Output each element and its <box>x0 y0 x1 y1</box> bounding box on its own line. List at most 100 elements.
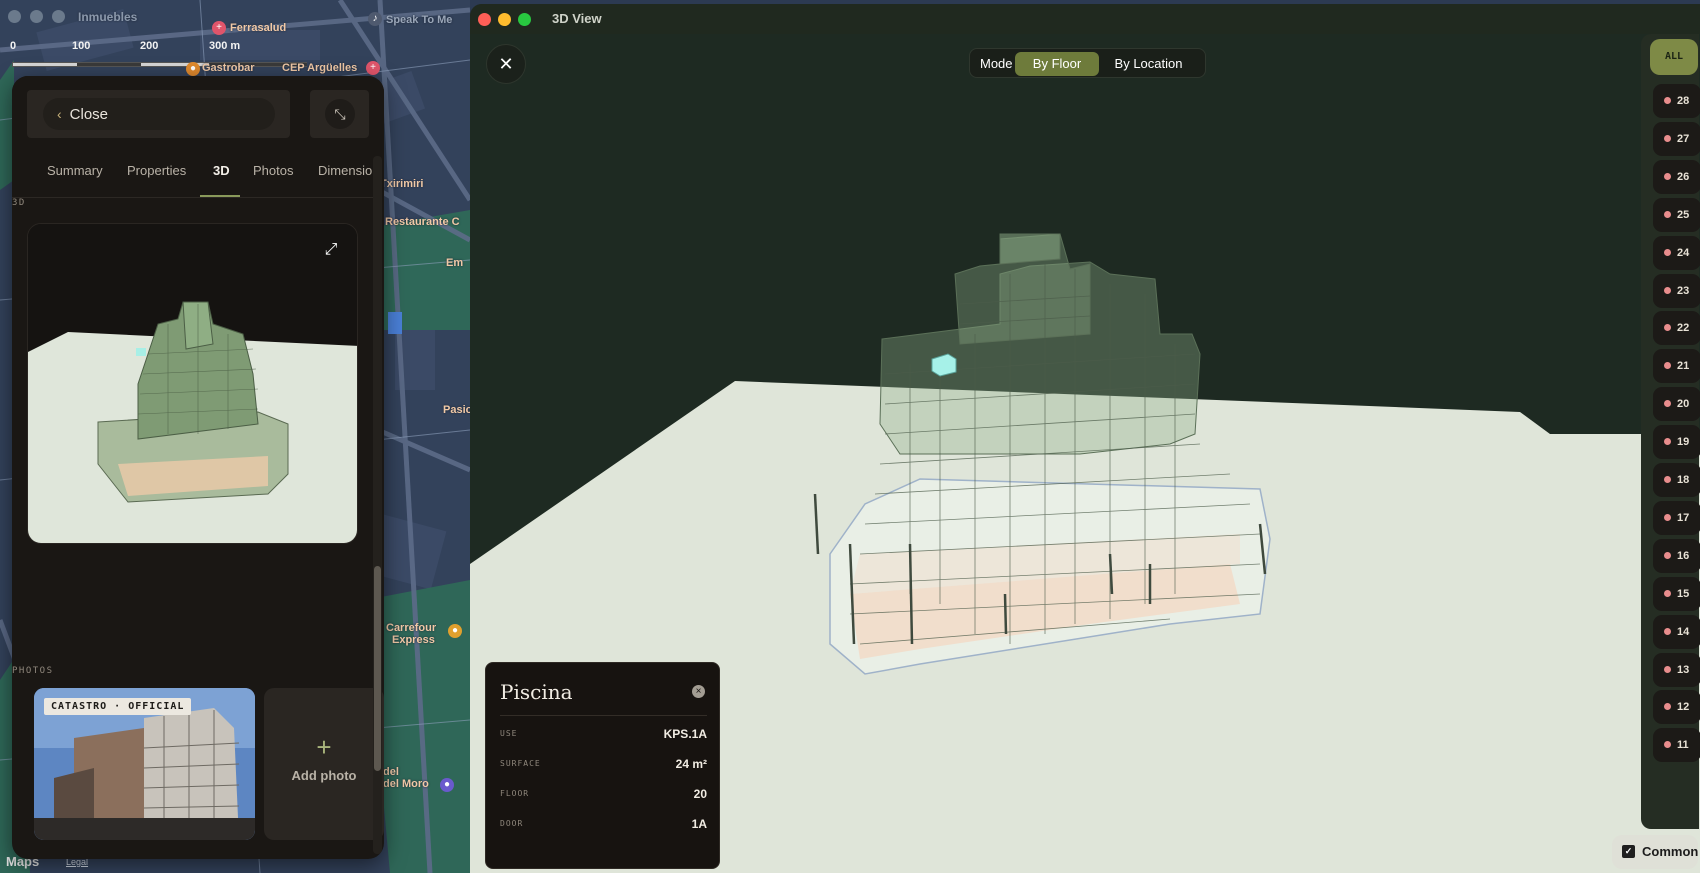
close-button[interactable]: ‹ Close <box>43 98 275 130</box>
poi-label[interactable]: Txirimiri <box>380 178 423 190</box>
tab-3d[interactable]: 3D <box>213 163 230 178</box>
window-titlebar: 3D View <box>470 4 1700 34</box>
floor-button-21[interactable]: 21 <box>1653 349 1700 384</box>
expand-panel-button[interactable]: ⤡ <box>325 99 355 129</box>
close-icon: ✕ <box>498 54 514 74</box>
floor-button-12[interactable]: 12 <box>1653 690 1700 725</box>
floor-number: 27 <box>1677 132 1690 145</box>
building-model-thumbnail <box>28 224 357 543</box>
floor-button-28[interactable]: 28 <box>1653 84 1700 118</box>
map-zoom-dot[interactable] <box>52 10 65 23</box>
poi-label[interactable]: Speak To Me <box>386 14 452 26</box>
floor-button-19[interactable]: 19 <box>1653 425 1700 460</box>
floor-status-dot <box>1664 362 1671 370</box>
floor-number: 16 <box>1677 549 1690 562</box>
panel-scrollbar[interactable] <box>373 156 382 854</box>
poi-label[interactable]: Em <box>446 257 463 269</box>
floor-number: 11 <box>1677 739 1689 752</box>
info-row-floor: FLOOR 20 <box>500 785 707 805</box>
floor-status-dot <box>1664 665 1671 673</box>
floor-button-26[interactable]: 26 <box>1653 159 1700 194</box>
floor-button-27[interactable]: 27 <box>1653 121 1700 156</box>
floor-button-17[interactable]: 17 <box>1653 500 1700 535</box>
floor-status-dot <box>1664 476 1671 483</box>
expand-icon: ⤡ <box>334 106 346 122</box>
tab-properties[interactable]: Properties <box>127 163 186 178</box>
floor-status-dot <box>1664 324 1671 332</box>
map-scale: 0 100 200 300 m <box>10 40 312 70</box>
map-minimize-dot[interactable] <box>30 10 43 23</box>
floor-number: 26 <box>1677 170 1690 183</box>
floor-button-16[interactable]: 16 <box>1653 538 1700 573</box>
floor-button-20[interactable]: 20 <box>1653 387 1700 422</box>
shop-pin-icon[interactable]: ● <box>448 624 462 638</box>
floor-number: 28 <box>1677 95 1690 107</box>
window-close-dot[interactable] <box>478 13 491 26</box>
window-minimize-dot[interactable] <box>498 13 511 26</box>
music-pin-icon[interactable]: ♪ <box>368 12 382 26</box>
mode-by-location[interactable]: By Location <box>1101 52 1196 76</box>
clinic-pin-icon[interactable]: + <box>366 61 380 75</box>
catastro-photo[interactable]: CATASTRO · OFFICIAL <box>34 688 255 840</box>
window-zoom-dot[interactable] <box>518 13 531 26</box>
panel-header: ‹ Close ⤡ <box>12 76 384 148</box>
poi-label[interactable]: Ferrasalud <box>230 22 286 34</box>
floor-button-13[interactable]: 13 <box>1653 652 1700 687</box>
window-title: 3D View <box>552 11 602 26</box>
poi-label[interactable]: del <box>383 766 399 778</box>
photo-source-badge: CATASTRO · OFFICIAL <box>44 698 192 715</box>
tab-summary[interactable]: Summary <box>47 163 103 178</box>
scrollbar-thumb[interactable] <box>374 566 381 771</box>
park-pin-icon[interactable]: ● <box>440 778 454 792</box>
floor-button-22[interactable]: 22 <box>1653 311 1700 346</box>
floor-number: 23 <box>1677 284 1690 297</box>
floor-status-dot <box>1664 513 1671 521</box>
model-fullscreen-button[interactable]: ⤢ <box>319 238 343 262</box>
expand-arrows-icon: ⤢ <box>324 241 338 258</box>
floor-status-dot <box>1664 551 1671 559</box>
floor-number: 18 <box>1677 474 1690 486</box>
info-row-door: DOOR 1A <box>500 815 707 835</box>
poi-label[interactable]: Restaurante C <box>385 216 460 228</box>
floor-button-18[interactable]: 18 <box>1653 463 1700 497</box>
active-tab-indicator <box>200 195 240 197</box>
tab-dimensions[interactable]: Dimensio <box>318 163 372 178</box>
scale-bar <box>12 62 307 67</box>
info-value: 24 m² <box>675 757 707 771</box>
property-panel: ‹ Close ⤡ Summary Properties 3D Photos Di… <box>12 76 384 859</box>
model-preview-card[interactable]: ⤢ <box>27 223 358 544</box>
floor-number: 13 <box>1677 663 1690 676</box>
floor-button-23[interactable]: 23 <box>1653 273 1700 308</box>
poi-label[interactable]: del Moro <box>383 778 429 790</box>
poi-label[interactable]: CEP Argüelles <box>282 62 357 74</box>
info-key: DOOR <box>500 819 524 828</box>
add-photo-button[interactable]: + Add photo <box>264 688 384 840</box>
food-pin-icon[interactable]: ● <box>186 62 200 76</box>
poi-label[interactable]: Gastrobar <box>202 62 255 74</box>
poi-label[interactable]: Carrefour <box>386 622 436 634</box>
floor-button-24[interactable]: 24 <box>1653 235 1700 270</box>
floor-number: 24 <box>1677 246 1690 259</box>
map-close-dot[interactable] <box>8 10 21 23</box>
floor-status-dot <box>1664 741 1671 749</box>
floor-button-11[interactable]: 11 <box>1653 728 1700 763</box>
close-card-icon[interactable]: × <box>692 685 705 698</box>
info-key: FLOOR <box>500 789 530 798</box>
mode-by-floor[interactable]: By Floor <box>1015 52 1099 76</box>
floor-button-14[interactable]: 14 <box>1653 614 1700 649</box>
add-photo-label: Add photo <box>291 768 357 783</box>
poi-label[interactable]: Express <box>392 634 435 646</box>
close-3d-view-button[interactable]: ✕ <box>486 44 526 84</box>
floor-number: 20 <box>1677 398 1690 411</box>
tab-photos[interactable]: Photos <box>253 163 293 178</box>
floor-status-dot <box>1664 134 1671 142</box>
floor-button-15[interactable]: 15 <box>1653 576 1700 611</box>
floor-number: 12 <box>1677 701 1690 714</box>
floor-button-25[interactable]: 25 <box>1653 197 1700 232</box>
floor-number: 17 <box>1677 511 1690 524</box>
poi-label[interactable]: Pasio <box>443 404 470 416</box>
common-toggle[interactable]: ✓ Common <box>1612 835 1698 869</box>
floor-all-button[interactable]: ALL <box>1650 39 1698 75</box>
close-label: Close <box>69 106 109 123</box>
pharmacy-pin-icon[interactable]: + <box>212 21 226 35</box>
